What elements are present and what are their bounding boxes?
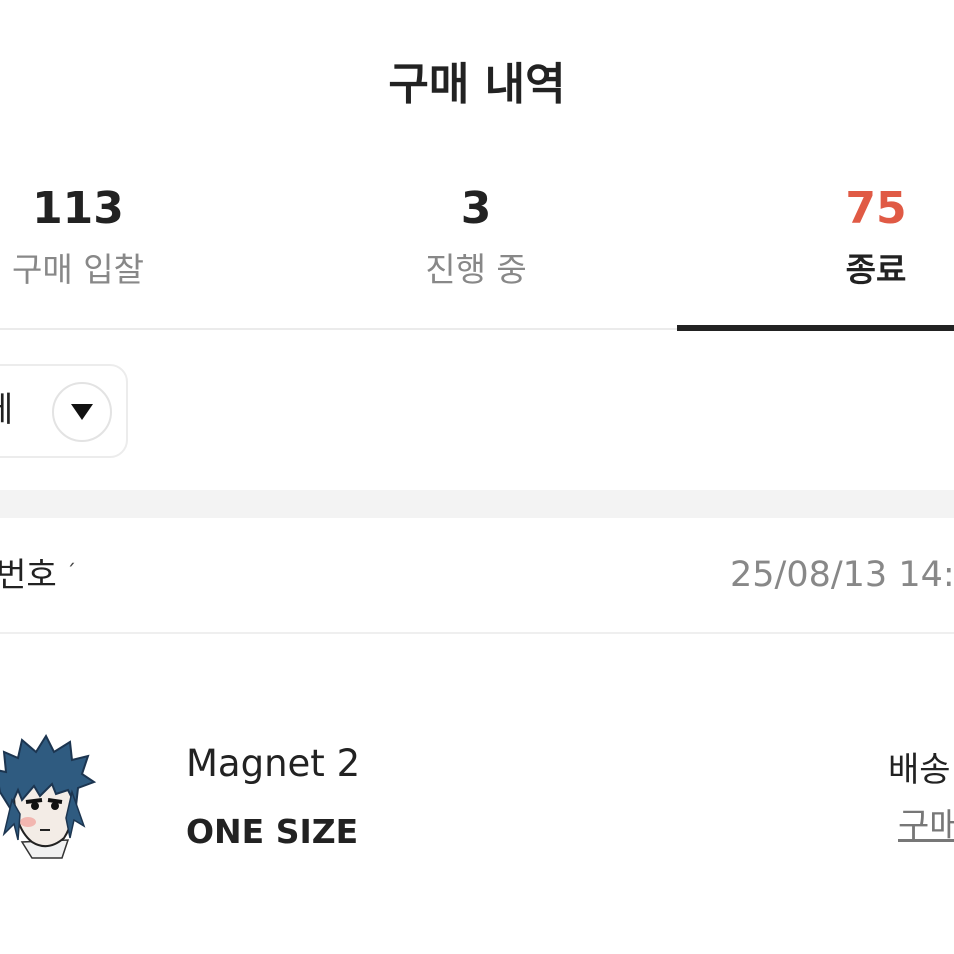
purchase-link[interactable]: 구매 <box>898 804 954 848</box>
triangle-down-icon[interactable] <box>52 382 112 442</box>
tab-count: 3 <box>460 183 492 234</box>
filter-selected-label: 체 <box>0 388 13 432</box>
section-separator <box>0 490 954 518</box>
tab-label: 종료 <box>845 250 907 289</box>
product-size: ONE SIZE <box>186 812 359 851</box>
product-thumbnail[interactable] <box>0 730 98 860</box>
order-date: 25/08/13 14:0 <box>730 555 954 595</box>
order-number-label: 번호 <box>0 555 57 594</box>
delivery-status: 배송 <box>888 750 951 790</box>
tab-finished[interactable]: 75 종료 <box>726 180 954 292</box>
tab-purchase-bids[interactable]: 113 구매 입찰 <box>0 180 228 292</box>
row-divider <box>0 632 954 634</box>
tab-count: 75 <box>845 183 907 234</box>
product-name[interactable]: Magnet 2 <box>186 740 360 788</box>
triangle-down-icon-shape <box>71 404 93 420</box>
tab-in-progress[interactable]: 3 진행 중 <box>326 180 626 292</box>
tab-label: 구매 입찰 <box>12 250 144 289</box>
page-title: 구매 내역 <box>388 59 566 110</box>
caret-icon: ˊ <box>66 560 76 584</box>
tab-count: 113 <box>32 183 124 234</box>
tab-label: 진행 중 <box>425 250 527 289</box>
active-tab-indicator <box>677 325 954 331</box>
